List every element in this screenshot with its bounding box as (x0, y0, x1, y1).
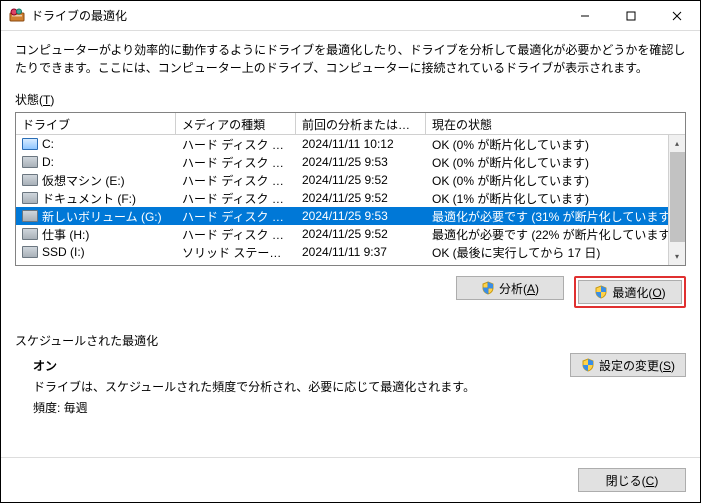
col-last[interactable]: 前回の分析または最... (296, 113, 426, 134)
drive-name: 仕事 (H:) (42, 228, 89, 242)
status-label-suffix: ) (50, 93, 54, 107)
drive-name: C: (42, 137, 54, 151)
drive-status: 最適化が必要です (31% が断片化しています) (426, 207, 685, 226)
settings-label: 設定の変更(S) (599, 357, 675, 374)
analyze-button[interactable]: 分析(A) (456, 276, 564, 300)
scroll-thumb[interactable] (670, 152, 685, 242)
change-settings-button[interactable]: 設定の変更(S) (570, 353, 686, 377)
drive-status: OK (最後に実行してから 17 日) (426, 243, 685, 262)
table-row[interactable]: 新しいボリューム (G:) ハード ディスク ドライブ2024/11/25 9:5… (16, 207, 685, 225)
drive-icon (22, 192, 38, 204)
col-media[interactable]: メディアの種類 (176, 113, 296, 134)
table-row[interactable]: 仕事 (H:) ハード ディスク ドライブ2024/11/25 9:52最適化が必… (16, 225, 685, 243)
drive-status: OK (0% が断片化しています) (426, 135, 685, 154)
shield-icon (581, 358, 595, 372)
drive-icon (22, 228, 38, 240)
drive-name: 仮想マシン (E:) (42, 174, 125, 188)
optimize-button[interactable]: 最適化(O) (578, 280, 682, 304)
drive-icon (22, 174, 38, 186)
table-row[interactable]: SSD (I:) ソリッド ステート ドライブ2024/11/11 9:37OK … (16, 243, 685, 261)
status-label-prefix: 状態( (15, 93, 43, 107)
drive-listview[interactable]: ドライブ メディアの種類 前回の分析または最... 現在の状態 C: ハード ディ… (15, 112, 686, 266)
drive-icon (22, 156, 38, 168)
listview-header: ドライブ メディアの種類 前回の分析または最... 現在の状態 (16, 113, 685, 135)
app-icon (9, 8, 25, 24)
drive-last: 2024/11/25 9:52 (296, 226, 426, 242)
drive-name: ドキュメント (F:) (42, 192, 136, 206)
optimize-label: 最適化(O) (612, 284, 665, 301)
listview-scrollbar[interactable]: ▴ ▾ (668, 135, 685, 265)
table-row[interactable]: ドキュメント (F:) ハード ディスク ドライブ2024/11/25 9:52O… (16, 189, 685, 207)
close-dialog-button[interactable]: 閉じる(C) (578, 468, 686, 492)
footer: 閉じる(C) (1, 457, 700, 502)
schedule-section-label: スケジュールされた最適化 (15, 332, 686, 349)
scroll-down-icon[interactable]: ▾ (669, 248, 685, 265)
drive-status: OK (0% が断片化しています) (426, 171, 685, 190)
drive-last: 2024/11/11 10:12 (296, 136, 426, 152)
schedule-freq: 頻度: 毎週 (33, 399, 686, 416)
analyze-label: 分析(A) (499, 280, 539, 297)
drive-last: 2024/11/25 9:52 (296, 172, 426, 188)
table-row[interactable]: C: ハード ディスク ドライブ2024/11/11 10:12OK (0% が断… (16, 135, 685, 153)
table-row[interactable]: D: ハード ディスク ドライブ2024/11/25 9:53OK (0% が断片… (16, 153, 685, 171)
drive-icon (22, 210, 38, 222)
drive-media: ハード ディスク ドライブ (176, 171, 296, 190)
drive-last: 2024/11/25 9:53 (296, 208, 426, 224)
drive-last: 2024/11/11 9:37 (296, 244, 426, 260)
minimize-button[interactable] (562, 1, 608, 31)
drive-media: ソリッド ステート ドライブ (176, 243, 296, 262)
drive-media: ハード ディスク ドライブ (176, 135, 296, 154)
status-label: 状態(T) (15, 91, 686, 108)
drive-media: ハード ディスク ドライブ (176, 189, 296, 208)
drive-media: ハード ディスク ドライブ (176, 225, 296, 244)
optimize-highlight: 最適化(O) (574, 276, 686, 308)
close-button[interactable] (654, 1, 700, 31)
drive-icon (22, 138, 38, 150)
description-text: コンピューターがより効率的に動作するようにドライブを最適化したり、ドライブを分析… (15, 41, 686, 77)
drive-icon (22, 246, 38, 258)
drive-status: OK (0% が断片化しています) (426, 153, 685, 172)
maximize-button[interactable] (608, 1, 654, 31)
col-status[interactable]: 現在の状態 (426, 113, 685, 134)
table-row[interactable]: 仮想マシン (E:) ハード ディスク ドライブ2024/11/25 9:52OK… (16, 171, 685, 189)
drive-last: 2024/11/25 9:53 (296, 154, 426, 170)
drive-media: ハード ディスク ドライブ (176, 153, 296, 172)
drive-name: D: (42, 155, 54, 169)
drive-status: 最適化が必要です (22% が断片化しています) (426, 225, 685, 244)
col-drive[interactable]: ドライブ (16, 113, 176, 134)
shield-icon (594, 285, 608, 299)
shield-icon (481, 281, 495, 295)
close-label: 閉じる(C) (606, 472, 659, 489)
titlebar: ドライブの最適化 (1, 1, 700, 31)
drive-status: OK (1% が断片化しています) (426, 189, 685, 208)
scroll-up-icon[interactable]: ▴ (669, 135, 685, 152)
drive-name: 新しいボリューム (G:) (42, 210, 162, 224)
window-title: ドライブの最適化 (31, 7, 127, 24)
drive-last: 2024/11/25 9:52 (296, 190, 426, 206)
schedule-desc: ドライブは、スケジュールされた頻度で分析され、必要に応じて最適化されます。 (33, 378, 686, 395)
drive-media: ハード ディスク ドライブ (176, 207, 296, 226)
drive-name: SSD (I:) (42, 245, 85, 259)
